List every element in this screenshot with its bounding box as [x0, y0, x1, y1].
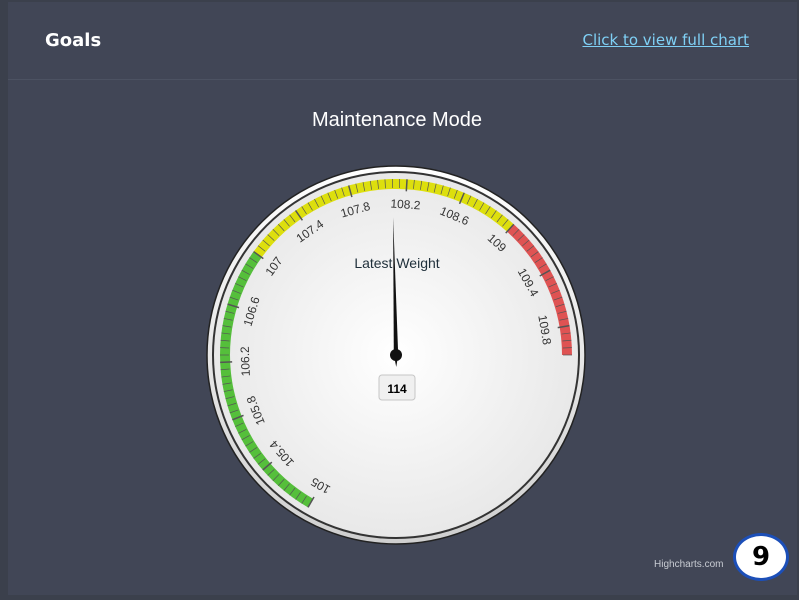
tick-label: 108.2	[390, 197, 421, 213]
chart-title: Maintenance Mode	[312, 109, 482, 131]
needle-pivot	[390, 349, 402, 361]
tick-label: 106.2	[238, 346, 253, 377]
pane-label: Latest Weight	[354, 255, 439, 271]
gauge-chart: Maintenance Mode 105105.4105.8106.2106.6…	[206, 109, 586, 545]
number-badge: 9	[733, 533, 789, 581]
major-tick	[405, 179, 408, 192]
major-tick	[220, 361, 233, 364]
value-label: 114	[387, 382, 407, 396]
credits-text[interactable]: Highcharts.com	[654, 559, 723, 570]
